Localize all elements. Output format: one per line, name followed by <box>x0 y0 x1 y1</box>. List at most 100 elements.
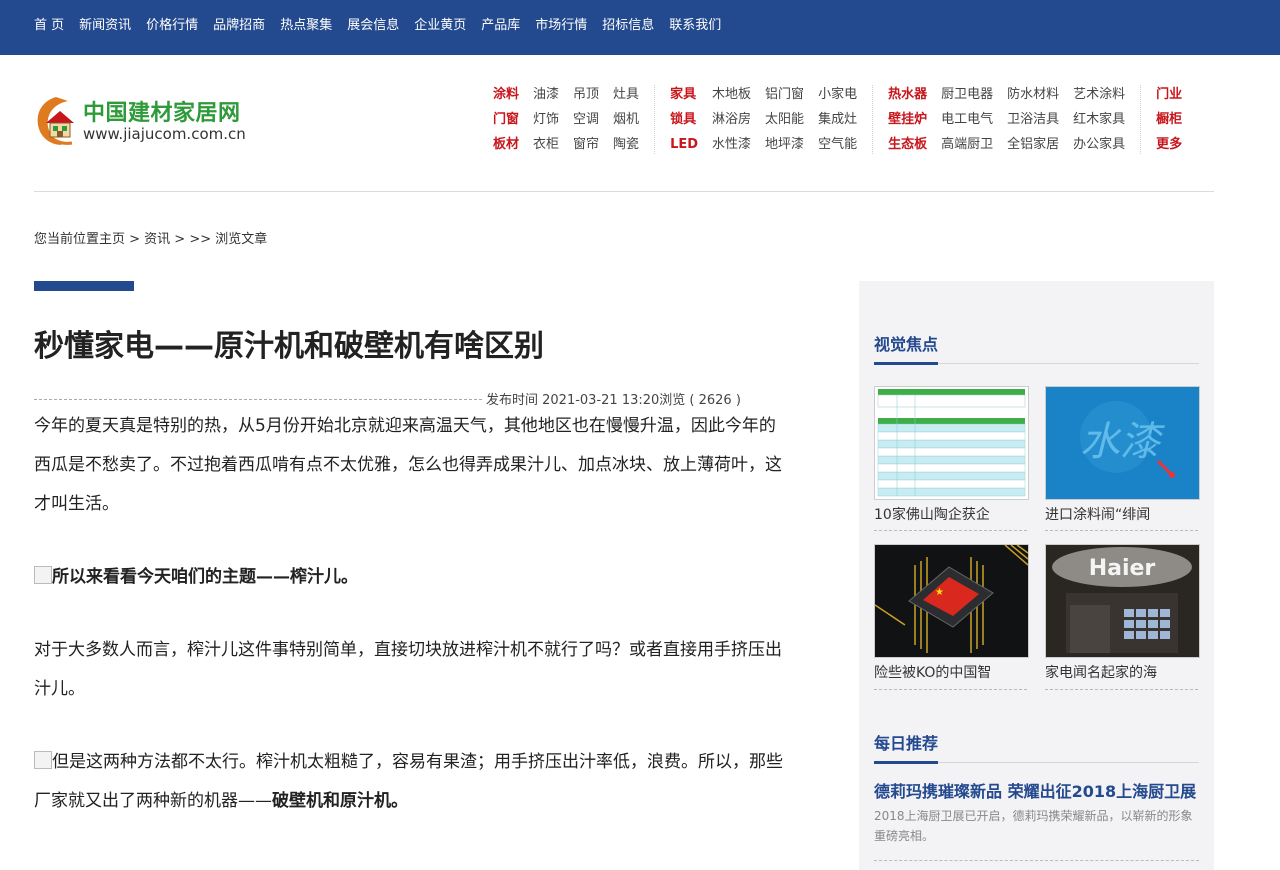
logo-house-icon <box>37 97 74 145</box>
category-link[interactable]: 门窗 <box>493 110 519 129</box>
category-link[interactable]: 更多 <box>1156 135 1182 154</box>
sidebar: 视觉焦点 10家佛山陶企获企 水漆 进口涂料闹“绯闻 ★ 险些被KO的中国智 H… <box>859 281 1214 870</box>
category-link[interactable]: 门业 <box>1156 85 1182 104</box>
logo-name: 中国建材家居网 <box>83 101 241 126</box>
focus-thumb-3[interactable]: ★ <box>874 544 1029 658</box>
top-nav-item[interactable]: 展会信息 <box>347 14 399 33</box>
category-link[interactable]: 灶具 <box>613 85 639 104</box>
category-link[interactable]: 涂料 <box>493 85 519 104</box>
category-link[interactable]: 淋浴房 <box>712 110 751 129</box>
china-chip-image: ★ <box>875 545 1028 657</box>
site-logo[interactable]: 中国建材家居网 www.jiajucom.com.cn <box>34 93 274 149</box>
svg-text:★: ★ <box>935 587 944 598</box>
category-link[interactable]: 卫浴洁具 <box>1007 110 1059 129</box>
thumb-haier-text: Haier <box>1089 556 1156 581</box>
category-link[interactable]: 木地板 <box>712 85 751 104</box>
top-nav-item[interactable]: 首 页 <box>34 14 64 33</box>
header: 中国建材家居网 www.jiajucom.com.cn 涂料 油漆 吊顶 灶具门窗 灯饰… <box>34 55 1214 192</box>
category-link[interactable]: 窗帘 <box>573 135 599 154</box>
article-meta: 发布时间 2021-03-21 13:20浏览 ( 2626 ) <box>34 389 794 409</box>
category-link[interactable]: 油漆 <box>533 85 559 104</box>
category-link[interactable]: 壁挂炉 <box>888 110 927 129</box>
focus-thumb-1[interactable] <box>874 386 1029 500</box>
top-nav-item[interactable]: 企业黄页 <box>414 14 466 33</box>
focus-caption[interactable]: 家电闻名起家的海 <box>1045 662 1198 682</box>
category-link[interactable]: 防水材料 <box>1007 85 1059 104</box>
top-bar: 首 页新闻资讯 价格行情 品牌招商 热点聚集 展会信息 企业黄页 产品库 市场行情 招标信息 联系… <box>0 0 1280 55</box>
category-nav: 涂料 油漆 吊顶 灶具 门窗 灯饰 空调 烟机 板材 衣柜 窗帘 陶瓷 家具 木地板 铝门窗 小家电 锁具 淋浴房… <box>478 85 1182 154</box>
focus-title: 视觉焦点 <box>874 335 939 354</box>
table-document-image <box>875 387 1028 499</box>
category-link[interactable]: 烟机 <box>613 110 639 129</box>
category-link[interactable]: 小家电 <box>818 85 857 104</box>
focus-thumb-4[interactable]: Haier <box>1045 544 1200 658</box>
category-group: 涂料 油漆 吊顶 灶具门窗 灯饰 空调 烟机板材 衣柜 窗帘 陶瓷 <box>478 85 654 154</box>
focus-caption[interactable]: 险些被KO的中国智 <box>874 662 1027 682</box>
focus-caption[interactable]: 进口涂料闹“绯闻 <box>1045 504 1198 524</box>
category-link[interactable]: 生态板 <box>888 135 927 154</box>
category-link[interactable]: 空调 <box>573 110 599 129</box>
category-link[interactable]: 办公家具 <box>1073 135 1125 154</box>
article-body: 今年的夏天真是特别的热，从5月份开始北京就迎来高温天气，其他地区也在慢慢升温，因… <box>34 407 794 821</box>
top-nav: 首 页新闻资讯 价格行情 品牌招商 热点聚集 展会信息 企业黄页 产品库 市场行情 招标信息 联系… <box>0 0 1280 46</box>
top-nav-item[interactable]: 价格行情 <box>146 14 198 33</box>
focus-thumb-2[interactable]: 水漆 <box>1045 386 1200 500</box>
category-link[interactable]: 艺术涂料 <box>1073 85 1125 104</box>
focus-caption[interactable]: 10家佛山陶企获企 <box>874 504 1027 524</box>
category-link[interactable]: 太阳能 <box>765 110 804 129</box>
top-nav-item[interactable]: 品牌招商 <box>213 14 265 33</box>
category-link[interactable]: 橱柜 <box>1156 110 1182 129</box>
category-link[interactable]: LED <box>670 135 698 154</box>
category-group: 家具 木地板 铝门窗 小家电锁具 淋浴房 太阳能 集成灶 LED 水性漆 地坪漆 空气能 <box>654 85 872 154</box>
article-emphasis: 破壁机和原汁机。 <box>272 791 408 811</box>
category-link[interactable]: 衣柜 <box>533 135 559 154</box>
category-link[interactable]: 红木家具 <box>1073 110 1125 129</box>
article-subheading: 所以来看看今天咱们的主题——榨汁儿。 <box>52 567 358 587</box>
recommend-desc: 2018上海厨卫展已开启，德莉玛携荣耀新品，以崭新的形象重磅亮相。 <box>874 809 1193 843</box>
category-link[interactable]: 锁具 <box>670 110 698 129</box>
article-text: 但是这两种方法都不太行。榨汁机太粗糙了，容易有果渣；用手挤压出汁率低，浪费。所以… <box>34 752 783 811</box>
logo-url: www.jiajucom.com.cn <box>83 125 246 143</box>
article-paragraph: 但是这两种方法都不太行。榨汁机太粗糙了，容易有果渣；用手挤压出汁率低，浪费。所以… <box>34 743 786 821</box>
category-link[interactable]: 高端厨卫 <box>941 135 993 154</box>
recommend-title[interactable]: 德莉玛携璀璨新品 荣耀出征2018上海厨卫展 <box>874 778 1196 802</box>
category-link[interactable]: 空气能 <box>818 135 857 154</box>
top-nav-item[interactable]: 产品库 <box>481 14 520 33</box>
category-link[interactable]: 厨卫电器 <box>941 85 993 104</box>
category-link[interactable]: 板材 <box>493 135 519 154</box>
top-nav-item[interactable]: 热点聚集 <box>280 14 332 33</box>
broken-image-icon <box>34 566 52 584</box>
thumb-water-text: 水漆 <box>1080 419 1165 465</box>
article-paragraph: 今年的夏天真是特别的热，从5月份开始北京就迎来高温天气，其他地区也在慢慢升温，因… <box>34 416 782 514</box>
top-nav-item[interactable]: 市场行情 <box>535 14 587 33</box>
category-link[interactable]: 电工电气 <box>941 110 993 129</box>
category-link[interactable]: 灯饰 <box>533 110 559 129</box>
category-link[interactable]: 吊顶 <box>573 85 599 104</box>
category-group: 门业 橱柜 更多 <box>1140 85 1182 154</box>
article-paragraph: 对于大多数人而言，榨汁儿这件事特别简单，直接切块放进榨汁机不就行了吗？或者直接用… <box>34 640 782 699</box>
category-link[interactable]: 水性漆 <box>712 135 751 154</box>
water-paint-image: 水漆 <box>1046 387 1199 499</box>
category-link[interactable]: 地坪漆 <box>765 135 804 154</box>
category-link[interactable]: 全铝家居 <box>1007 135 1059 154</box>
category-link[interactable]: 陶瓷 <box>613 135 639 154</box>
article-title: 秒懂家电——原汁机和破壁机有啥区别 <box>34 329 544 364</box>
daily-title: 每日推荐 <box>874 734 939 753</box>
article-meta-text: 发布时间 2021-03-21 13:20浏览 ( 2626 ) <box>486 393 741 408</box>
breadcrumb: 您当前位置主页 > 资讯 > >> 浏览文章 <box>34 232 268 247</box>
title-accent-bar <box>34 281 134 291</box>
top-nav-item[interactable]: 招标信息 <box>602 14 654 33</box>
article-paragraph: 所以来看看今天咱们的主题——榨汁儿。 <box>34 558 786 597</box>
focus-header: 视觉焦点 <box>874 331 1199 365</box>
daily-header: 每日推荐 <box>874 730 1199 764</box>
haier-booth-image: Haier <box>1046 545 1199 657</box>
category-link[interactable]: 热水器 <box>888 85 927 104</box>
category-link[interactable]: 家具 <box>670 85 698 104</box>
category-link[interactable]: 集成灶 <box>818 110 857 129</box>
broken-image-icon <box>34 751 52 769</box>
top-nav-item[interactable]: 联系我们 <box>669 14 721 33</box>
category-group: 热水器 厨卫电器 防水材料 艺术涂料壁挂炉 电工电气 卫浴洁具 红木家具生态板 高端厨卫 全铝家… <box>872 85 1140 154</box>
top-nav-item[interactable]: 新闻资讯 <box>79 14 131 33</box>
category-link[interactable]: 铝门窗 <box>765 85 804 104</box>
meta-divider <box>34 399 482 400</box>
